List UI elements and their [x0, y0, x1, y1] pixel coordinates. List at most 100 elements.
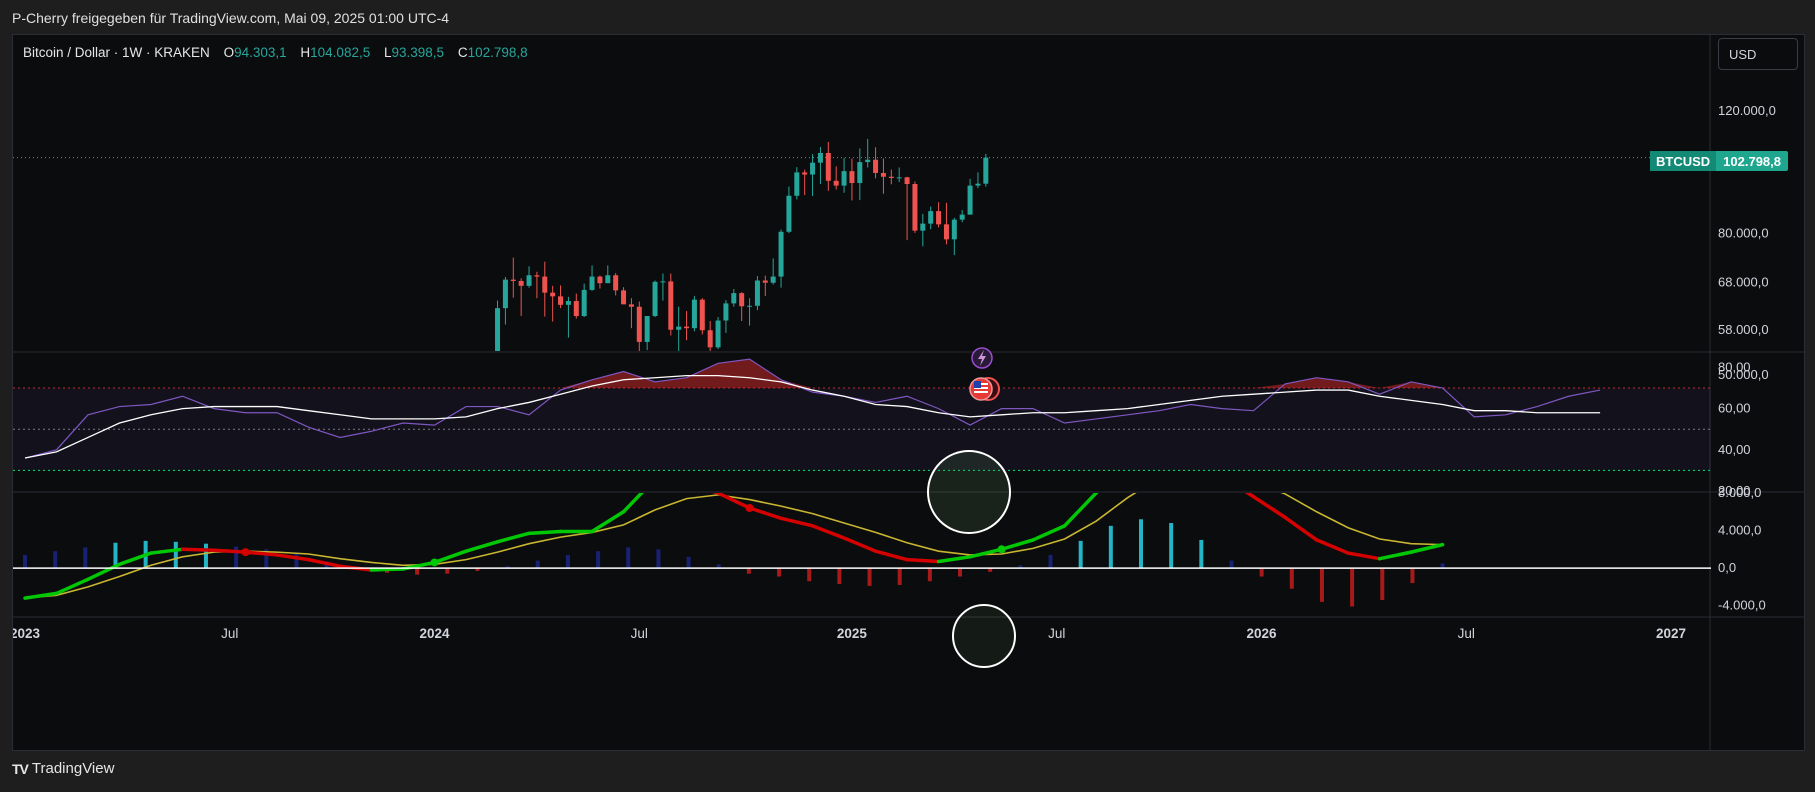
macd-histogram-bar [777, 568, 782, 577]
macd-signal-line [24, 493, 1443, 599]
macd-histogram-bar [83, 547, 88, 569]
candle-body [699, 299, 705, 331]
macd-cross-dot [430, 558, 439, 567]
macd-cross-dot [1218, 472, 1226, 480]
rsi-tick-label: 80,00 [1718, 359, 1751, 374]
macd-line-segment [779, 516, 815, 528]
macd-line-segment [1314, 538, 1350, 555]
macd-line-segment [464, 540, 500, 553]
macd-histogram-bar [53, 551, 58, 569]
candle-body [747, 305, 753, 307]
candle-body [928, 211, 934, 224]
candle-body [975, 183, 981, 186]
candle-body [849, 171, 855, 184]
macd-line-segment [747, 506, 783, 521]
macd-line-segment [86, 562, 122, 582]
macd-line-segment [1346, 551, 1382, 561]
legend-high-label: H [300, 45, 311, 60]
macd-histogram-bar [203, 543, 208, 569]
candle-body [684, 326, 690, 329]
macd-histogram-bar [746, 568, 751, 574]
macd-histogram-bar [1259, 568, 1264, 577]
macd-line-segment [180, 547, 216, 552]
symbol-legend: Bitcoin / Dollar · 1W · KRAKEN O94.303,1… [23, 45, 528, 60]
candle-body [825, 152, 831, 181]
candle-body [888, 176, 894, 178]
currency-selector[interactable]: USD [1718, 38, 1798, 70]
macd-line-segment [655, 479, 687, 484]
macd-line-segment [716, 493, 752, 510]
macd-line-segment [621, 493, 644, 514]
macd-line-segment [905, 557, 941, 564]
macd-histogram-bar [927, 568, 932, 582]
macd-line-segment [275, 553, 311, 562]
macd-histogram-bar [837, 568, 842, 585]
lightning-event-icon[interactable] [971, 347, 993, 369]
rsi-tick-label: 40,00 [1718, 442, 1751, 457]
highlight-circles [927, 450, 1016, 668]
candle-body [621, 290, 627, 305]
macd-histogram-bar [23, 554, 27, 569]
candle-body [967, 185, 973, 215]
macd-histogram-bar [1229, 560, 1234, 569]
time-tick-label: 2023 [13, 626, 41, 641]
macd-histogram-bar [1048, 554, 1053, 569]
legend-close-label: C [457, 45, 468, 60]
candle-body [487, 363, 492, 365]
macd-plot [23, 472, 1445, 607]
macd-histogram-bar [686, 556, 691, 569]
candle-body [770, 276, 776, 283]
macd-line-segment [369, 567, 405, 572]
candle-body [636, 306, 642, 342]
tradingview-brand[interactable]: TV TradingView [12, 760, 114, 777]
macd-line-segment [968, 547, 1004, 559]
macd-highlight-circle [952, 604, 1016, 668]
candle-body [676, 326, 682, 330]
candle-body [723, 303, 729, 321]
time-tick-label: Jul [221, 626, 238, 641]
candle-body [581, 289, 587, 317]
rsi-highlight-circle [927, 450, 1011, 534]
chart-canvas[interactable]: 120.000,080.000,068.000,058.000,050.000,… [13, 35, 1804, 750]
candle-body [652, 281, 658, 317]
candle-body [951, 219, 957, 240]
price-tag-symbol: BTCUSD [1650, 151, 1717, 171]
candle-body [550, 292, 556, 297]
candle-body [904, 177, 910, 184]
candle-body [786, 195, 792, 232]
candle-body [739, 293, 745, 307]
time-tick-label: Jul [1458, 626, 1475, 641]
time-tick-label: 2026 [1246, 626, 1277, 641]
chart-area[interactable]: 120.000,0 80.000,0 68.000,0 58.000,0 50.000,… [12, 34, 1805, 751]
candle-body [479, 363, 484, 386]
macd-line-segment [527, 529, 563, 536]
candle-body [707, 330, 713, 348]
candle-body [802, 172, 808, 175]
macd-histogram-bar [596, 551, 601, 569]
candle-body [605, 275, 611, 284]
macd-histogram-bar [1078, 540, 1083, 569]
macd-histogram-bar [1410, 568, 1415, 584]
macd-cross-dot [997, 545, 1006, 554]
macd-line-segment [842, 536, 878, 553]
macd-line-segment [1377, 550, 1413, 561]
us-flag-event-icon[interactable] [969, 377, 1000, 401]
macd-histogram-bar [1380, 568, 1385, 600]
macd-histogram-bar [897, 568, 902, 585]
candle-body [873, 159, 879, 173]
legend-low-value: 93.398,5 [391, 45, 445, 60]
candle-body [558, 296, 564, 305]
macd-histogram-bar [807, 568, 812, 582]
legend-high-value: 104.082,5 [310, 45, 371, 60]
candle-body [778, 231, 784, 277]
event-markers [969, 347, 1000, 401]
legend-symbol: Bitcoin / Dollar · 1W · KRAKEN [23, 45, 210, 60]
candle-body [833, 180, 839, 186]
candle-body [510, 279, 516, 281]
macd-histogram-bar [173, 541, 178, 569]
candle-body [731, 293, 737, 304]
price-tick-label: 58.000,0 [1718, 322, 1769, 337]
legend-open-label: O [223, 45, 235, 60]
candle-body [943, 224, 949, 240]
macd-histogram-bar [1108, 525, 1113, 569]
